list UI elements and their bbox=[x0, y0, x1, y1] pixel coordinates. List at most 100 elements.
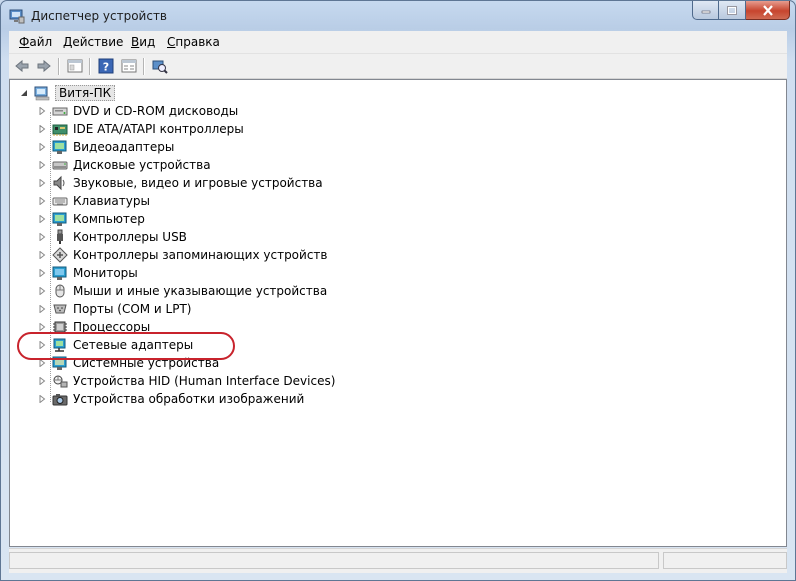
menu-view-label: ид bbox=[139, 35, 156, 49]
tree-item-label: Устройства HID (Human Interface Devices) bbox=[73, 374, 336, 388]
toolbar-separator bbox=[58, 58, 60, 75]
collapsed-triangle-icon[interactable] bbox=[38, 395, 46, 403]
minimize-icon bbox=[701, 10, 710, 14]
svg-text:?: ? bbox=[103, 61, 109, 74]
device-tree-panel[interactable]: Витя-ПК DVD и CD-ROM дисководы IDE ATA/AT… bbox=[9, 79, 787, 547]
collapsed-triangle-icon[interactable] bbox=[38, 125, 46, 133]
collapsed-triangle-icon[interactable] bbox=[38, 233, 46, 241]
menu-file-accelerator: Ф bbox=[19, 35, 30, 49]
tree-item[interactable]: Компьютер bbox=[38, 210, 145, 228]
collapsed-triangle-icon[interactable] bbox=[38, 323, 46, 331]
tree-root-label: Витя-ПК bbox=[55, 85, 116, 101]
tree-item[interactable]: Контроллеры USB bbox=[38, 228, 187, 246]
tree-item[interactable]: Мыши и иные указывающие устройства bbox=[38, 282, 327, 300]
computer-icon bbox=[34, 86, 50, 101]
computer-monitor-icon bbox=[52, 212, 67, 226]
toolbar: ? bbox=[9, 54, 787, 79]
tree-item[interactable]: Контроллеры запоминающих устройств bbox=[38, 246, 327, 264]
collapsed-triangle-icon[interactable] bbox=[38, 377, 46, 385]
menu-file[interactable]: Файл bbox=[19, 35, 52, 49]
collapsed-triangle-icon[interactable] bbox=[38, 359, 46, 367]
annotation-highlight bbox=[17, 332, 235, 360]
collapsed-triangle-icon[interactable] bbox=[38, 197, 46, 205]
tree-item-label: Клавиатуры bbox=[73, 194, 150, 208]
forward-icon[interactable] bbox=[36, 58, 52, 74]
menu-view[interactable]: Вид bbox=[131, 35, 155, 49]
tree-item[interactable]: Порты (COM и LPT) bbox=[38, 300, 191, 318]
imaging-device-icon bbox=[52, 394, 68, 406]
tree-item[interactable]: Устройства HID (Human Interface Devices) bbox=[38, 372, 335, 390]
maximize-button[interactable] bbox=[719, 1, 746, 20]
menu-help[interactable]: Справка bbox=[167, 35, 220, 49]
tree-item[interactable]: Видеоадаптеры bbox=[38, 138, 174, 156]
expanded-triangle-icon[interactable] bbox=[20, 89, 28, 97]
collapsed-triangle-icon[interactable] bbox=[38, 107, 46, 115]
caption-buttons bbox=[692, 1, 790, 20]
title-bar[interactable]: Диспетчер устройств bbox=[1, 1, 795, 31]
device-manager-icon bbox=[9, 9, 25, 24]
menu-view-accelerator: В bbox=[131, 35, 140, 49]
collapsed-triangle-icon[interactable] bbox=[38, 287, 46, 295]
tree-item-label: Устройства обработки изображений bbox=[73, 392, 305, 406]
tree-item[interactable]: Клавиатуры bbox=[38, 192, 150, 210]
menu-file-label: айл bbox=[29, 35, 53, 49]
menu-bar: Файл Действие Вид Справка bbox=[9, 31, 787, 54]
keyboard-icon bbox=[52, 197, 68, 206]
speaker-icon bbox=[53, 175, 65, 191]
tree-item-label: Контроллеры запоминающих устройств bbox=[73, 248, 328, 262]
menu-action[interactable]: Действие bbox=[63, 35, 123, 49]
disk-drive-icon bbox=[52, 161, 68, 170]
dvd-drive-icon bbox=[52, 107, 68, 116]
collapsed-triangle-icon[interactable] bbox=[38, 161, 46, 169]
tree-item[interactable]: IDE ATA/ATAPI контроллеры bbox=[38, 120, 244, 138]
ide-controller-icon bbox=[52, 124, 68, 136]
close-button[interactable] bbox=[746, 1, 790, 20]
tree-item-label: Компьютер bbox=[73, 212, 145, 226]
window-title: Диспетчер устройств bbox=[31, 9, 168, 23]
usb-icon bbox=[57, 229, 63, 244]
mouse-icon bbox=[55, 284, 65, 298]
tree-item[interactable]: DVD и CD-ROM дисководы bbox=[38, 102, 238, 120]
tree-item-label: Мониторы bbox=[73, 266, 138, 280]
monitor-icon bbox=[52, 266, 67, 280]
port-icon bbox=[53, 304, 67, 314]
collapsed-triangle-icon[interactable] bbox=[38, 251, 46, 259]
display-adapter-icon bbox=[52, 140, 67, 154]
collapsed-triangle-icon[interactable] bbox=[38, 215, 46, 223]
tree-root[interactable]: Витя-ПК bbox=[20, 84, 116, 102]
tree-item-label: Звуковые, видео и игровые устройства bbox=[73, 176, 323, 190]
back-icon[interactable] bbox=[14, 58, 30, 74]
tree-item-label: DVD и CD-ROM дисководы bbox=[73, 104, 239, 118]
hid-icon bbox=[53, 375, 68, 388]
collapsed-triangle-icon[interactable] bbox=[38, 179, 46, 187]
tree-item-label: Видеоадаптеры bbox=[73, 140, 175, 154]
scan-hardware-icon[interactable] bbox=[152, 58, 168, 74]
device-manager-window: Диспетчер устройств Файл Действие Вид Сп… bbox=[0, 0, 796, 581]
tree-item[interactable]: Мониторы bbox=[38, 264, 138, 282]
toolbar-separator bbox=[89, 58, 91, 75]
tree-item[interactable]: Звуковые, видео и игровые устройства bbox=[38, 174, 323, 192]
tree-item-label: Порты (COM и LPT) bbox=[73, 302, 192, 316]
tree-item-label: IDE ATA/ATAPI контроллеры bbox=[73, 122, 244, 136]
status-bar bbox=[9, 548, 787, 573]
status-cell bbox=[9, 552, 659, 569]
help-icon[interactable]: ? bbox=[98, 58, 114, 74]
storage-controller-icon bbox=[52, 247, 68, 263]
close-icon bbox=[762, 4, 773, 16]
collapsed-triangle-icon[interactable] bbox=[38, 305, 46, 313]
show-hide-console-tree-icon[interactable] bbox=[67, 58, 83, 74]
tree-item[interactable]: Дисковые устройства bbox=[38, 156, 211, 174]
menu-action-label: ействие bbox=[72, 35, 124, 49]
collapsed-triangle-icon[interactable] bbox=[38, 143, 46, 151]
tree-item-label: Дисковые устройства bbox=[73, 158, 211, 172]
collapsed-triangle-icon[interactable] bbox=[38, 269, 46, 277]
menu-action-accelerator: Д bbox=[63, 35, 73, 49]
tree-item-label: Мыши и иные указывающие устройства bbox=[73, 284, 328, 298]
menu-help-label: правка bbox=[175, 35, 220, 49]
properties-icon[interactable] bbox=[121, 58, 137, 74]
status-cell bbox=[663, 552, 787, 569]
toolbar-separator bbox=[143, 58, 145, 75]
minimize-button[interactable] bbox=[692, 1, 719, 20]
tree-item[interactable]: Устройства обработки изображений bbox=[38, 390, 304, 408]
maximize-icon bbox=[727, 5, 737, 15]
